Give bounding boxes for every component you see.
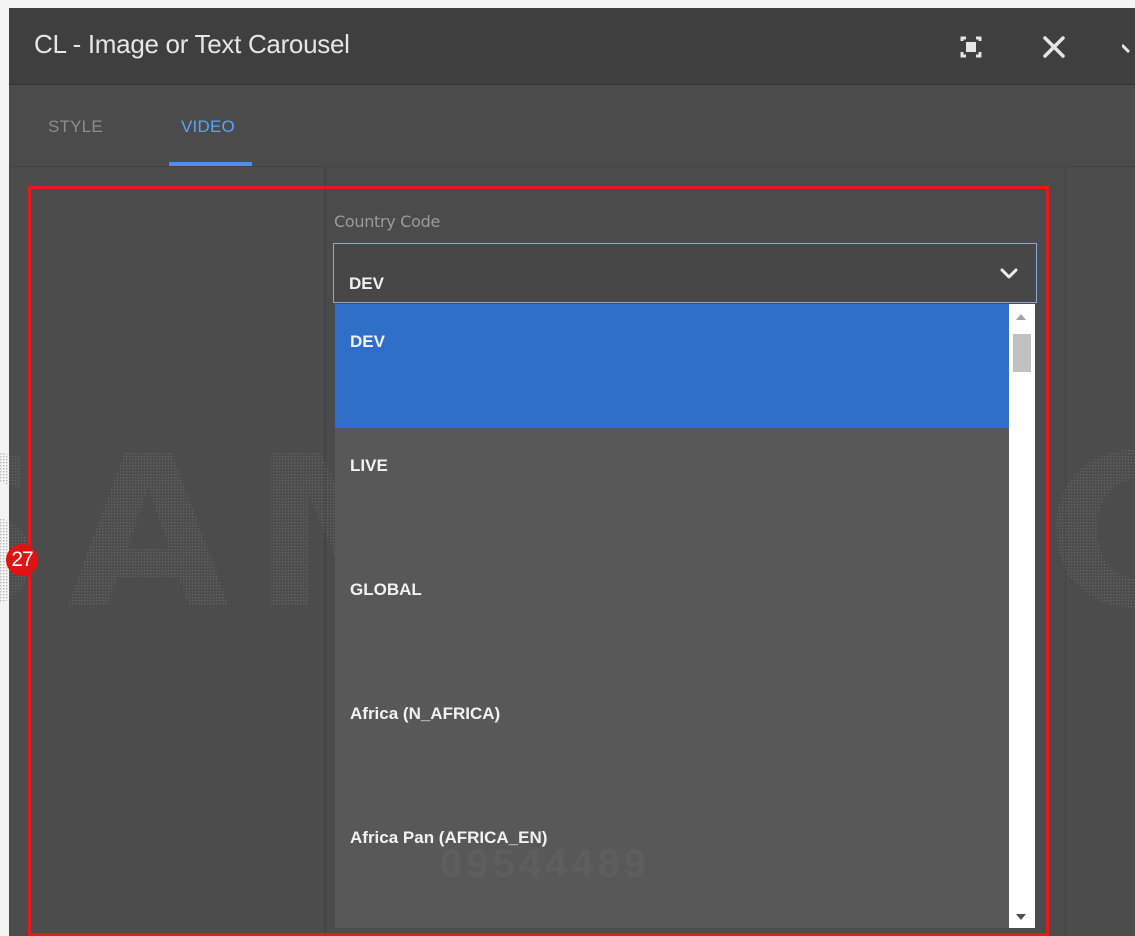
country-code-select[interactable]: DEV (333, 243, 1037, 303)
active-tab-indicator (169, 162, 252, 166)
option-label: Africa (N_AFRICA) (350, 704, 501, 723)
fullscreen-button[interactable] (956, 32, 986, 62)
option-label: GLOBAL (350, 580, 422, 599)
country-code-dropdown[interactable]: DEV LIVE GLOBAL Africa (N_AFRICA) Africa… (335, 304, 1035, 928)
option-global[interactable]: GLOBAL (335, 552, 1009, 676)
tab-video[interactable]: VIDEO (181, 117, 235, 137)
right-column (1065, 167, 1135, 936)
option-live[interactable]: LIVE (335, 428, 1009, 552)
select-value: DEV (349, 274, 384, 293)
close-icon (1043, 36, 1065, 58)
scroll-down-arrow-icon[interactable] (1016, 914, 1026, 920)
tab-bar: STYLE VIDEO (9, 85, 1135, 167)
dialog-title: CL - Image or Text Carousel (34, 29, 350, 59)
dialog-titlebar: CL - Image or Text Carousel (9, 8, 1135, 85)
option-africa-pan[interactable]: Africa Pan (AFRICA_EN) (335, 800, 1009, 924)
chevron-down-icon (1000, 268, 1018, 279)
close-button[interactable] (1039, 32, 1069, 62)
option-label: DEV (350, 332, 385, 351)
scroll-up-arrow-icon[interactable] (1016, 314, 1026, 320)
tab-style[interactable]: STYLE (48, 117, 103, 137)
option-dev[interactable]: DEV (335, 304, 1009, 428)
dropdown-scrollbar[interactable] (1009, 304, 1035, 928)
left-column (9, 167, 324, 936)
country-code-label: Country Code (334, 212, 441, 231)
annotation-marker: 27 (6, 544, 38, 576)
fullscreen-icon (960, 36, 982, 58)
chevron-down-icon[interactable] (1122, 42, 1135, 56)
option-label: Africa Pan (AFRICA_EN) (350, 828, 548, 847)
scroll-thumb[interactable] (1013, 334, 1031, 372)
option-africa[interactable]: Africa (N_AFRICA) (335, 676, 1009, 800)
option-label: LIVE (350, 456, 388, 475)
